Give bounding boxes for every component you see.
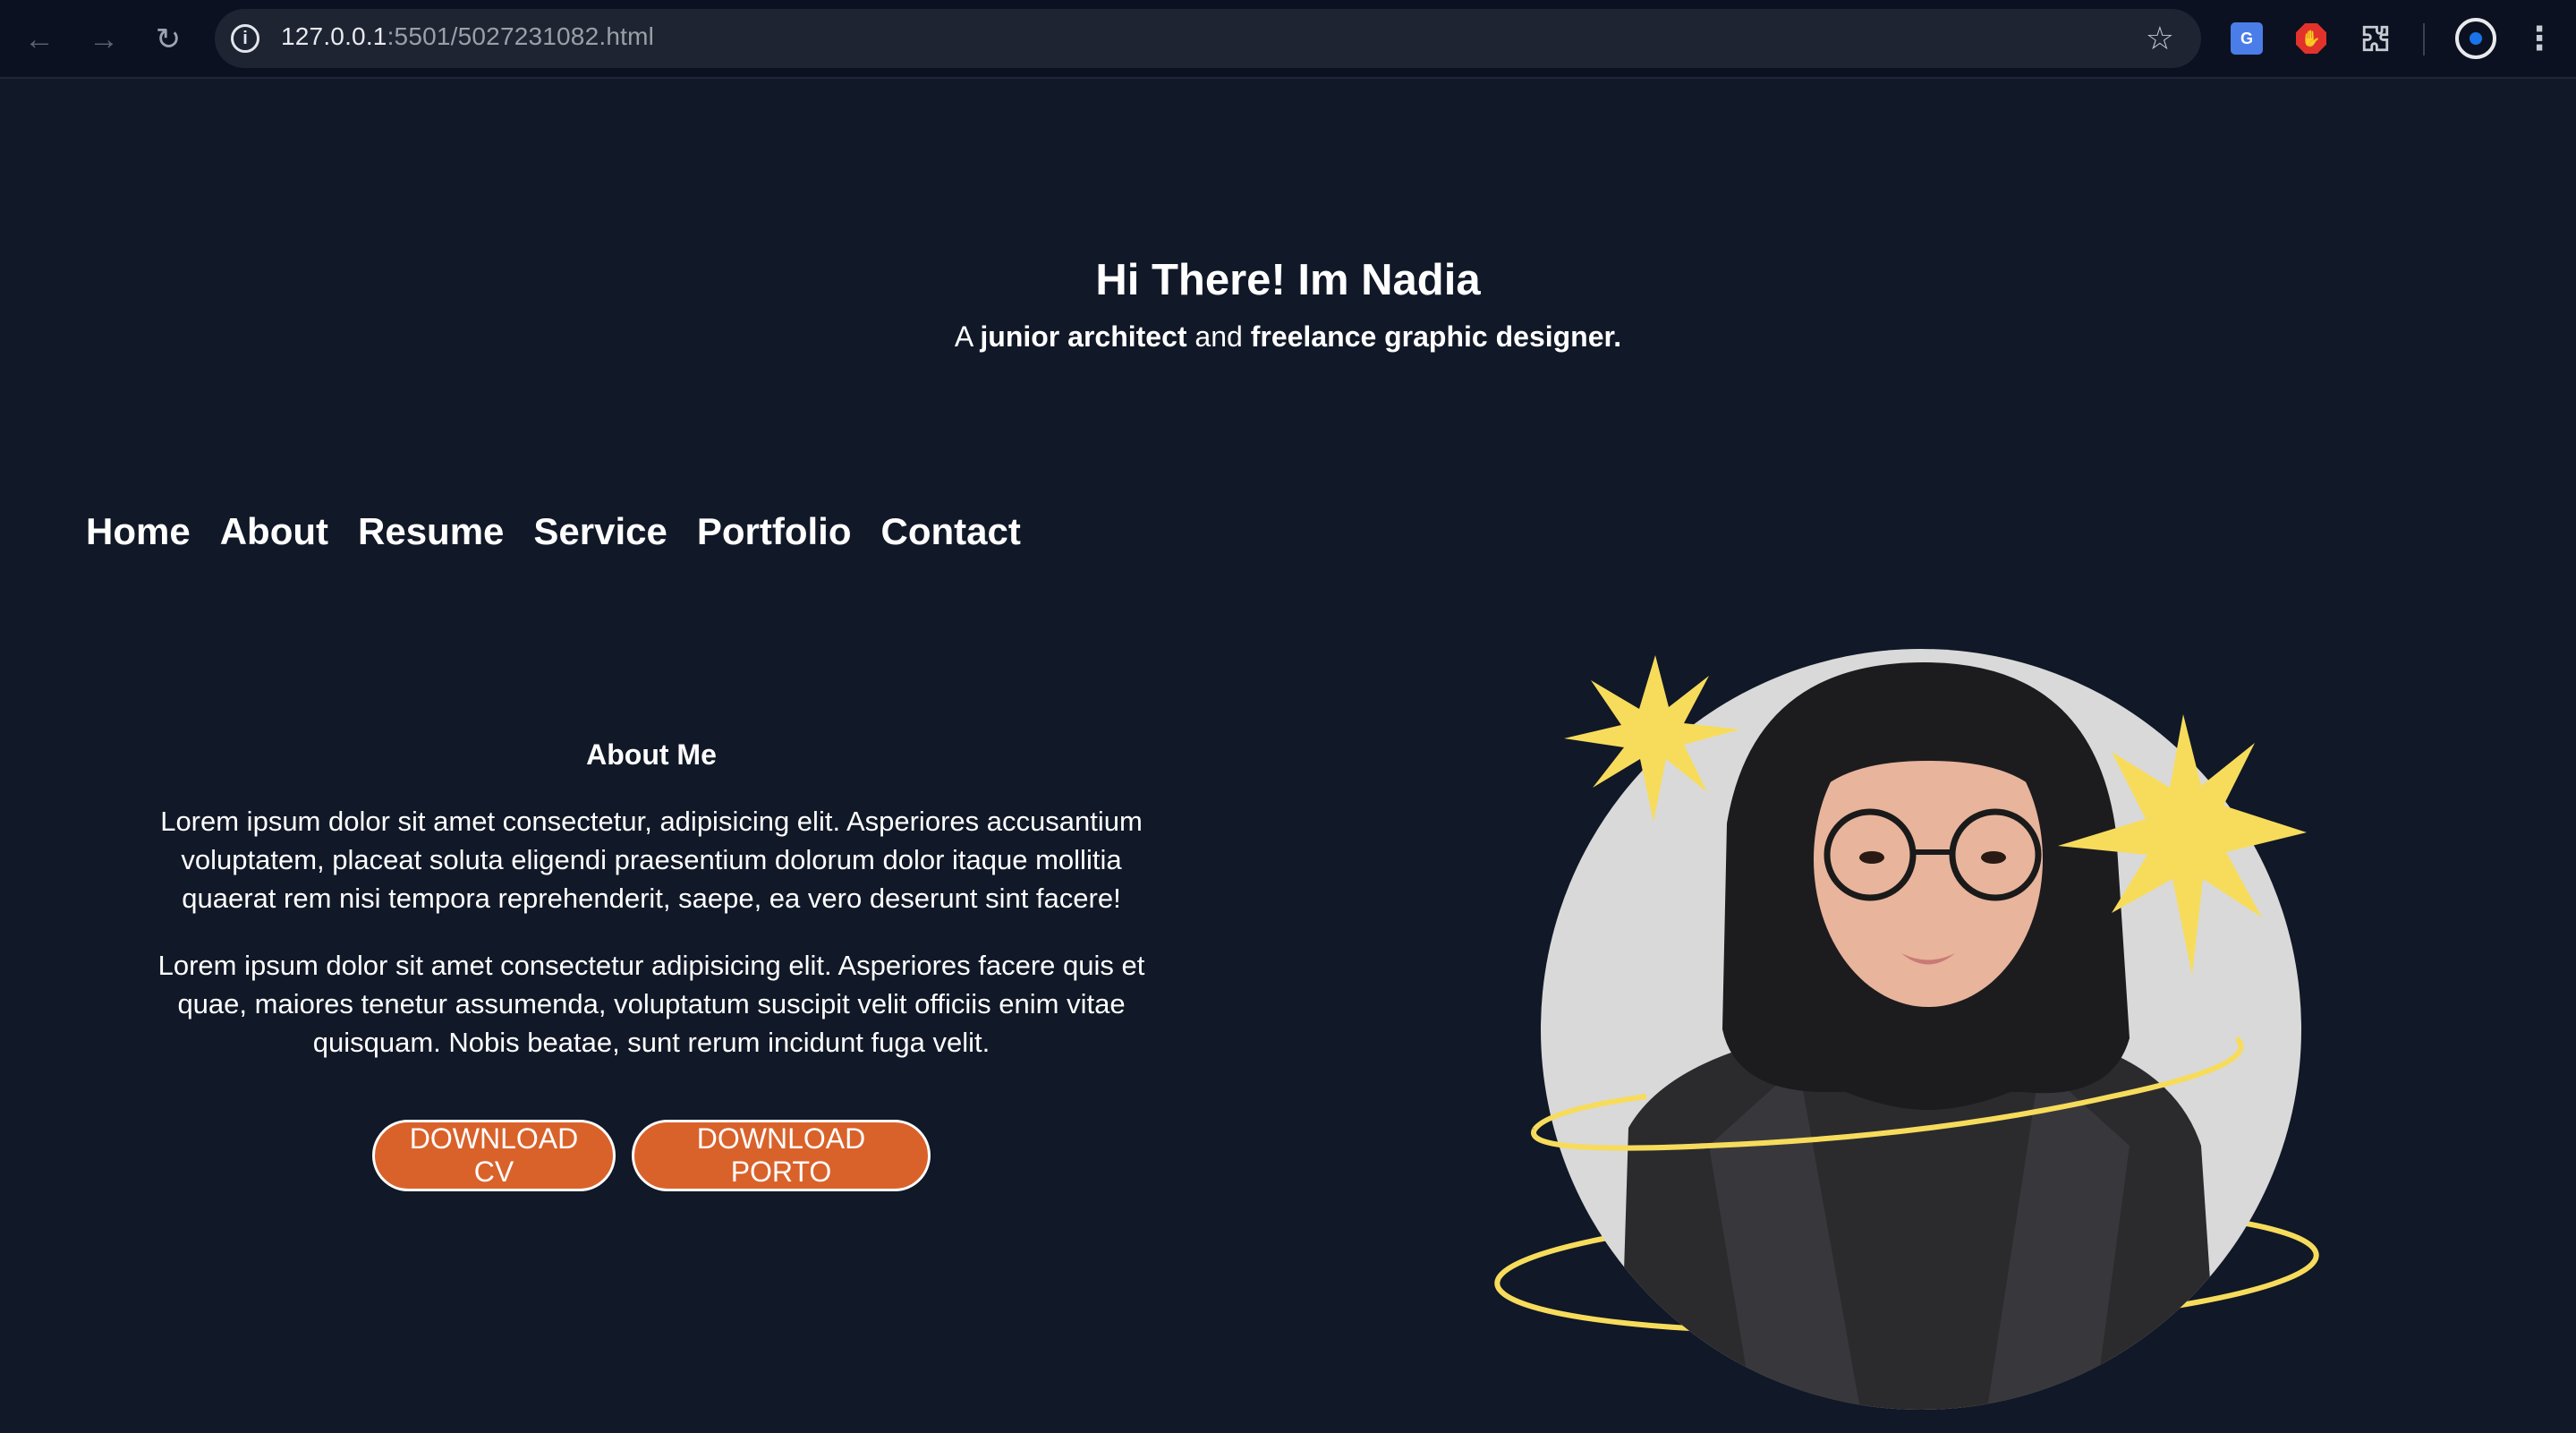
about-paragraph-1: Lorem ipsum dolor sit amet consectetur, … — [160, 806, 1143, 914]
puzzle-shape — [2362, 25, 2389, 52]
address-bar[interactable]: i 127.0.0.1:5501/5027231082.html ☆ — [215, 9, 2201, 68]
url-host: 127.0.0.1 — [281, 22, 387, 50]
download-porto-button[interactable]: DOWNLOAD PORTO — [632, 1120, 931, 1191]
subtitle-role-architect: junior architect — [980, 320, 1187, 353]
translate-badge: G — [2231, 22, 2263, 55]
bookmark-star-icon[interactable]: ☆ — [2146, 20, 2174, 57]
nav-link-about[interactable]: About — [220, 510, 328, 553]
about-paragraph-2: Lorem ipsum dolor sit amet consectetur a… — [157, 950, 1145, 1058]
translate-extension-icon[interactable]: G — [2228, 20, 2266, 57]
site-info-icon[interactable]: i — [231, 24, 259, 53]
download-buttons: DOWNLOAD CV DOWNLOAD PORTO — [372, 1120, 931, 1191]
nav-link-portfolio[interactable]: Portfolio — [697, 510, 852, 553]
extensions-puzzle-icon[interactable] — [2357, 20, 2394, 57]
hero-subtitle: A junior architect and freelance graphic… — [0, 320, 2576, 354]
subtitle-middle: and — [1186, 320, 1251, 353]
about-section: About Me Lorem ipsum dolor sit amet cons… — [134, 738, 1169, 1090]
nav-link-resume[interactable]: Resume — [358, 510, 504, 553]
kebab-menu-icon[interactable]: ⋮ — [2523, 16, 2555, 61]
toolbar-divider — [2423, 23, 2425, 55]
subtitle-role-designer: freelance graphic designer. — [1250, 320, 1622, 353]
browser-toolbar: ← → ↻ i 127.0.0.1:5501/5027231082.html ☆… — [0, 0, 2576, 79]
reload-icon[interactable]: ↻ — [147, 18, 190, 61]
adblock-extension-icon[interactable]: ✋ — [2292, 20, 2330, 57]
hero-title: Hi There! Im Nadia — [1095, 256, 1481, 304]
nav-link-service[interactable]: Service — [533, 510, 667, 553]
back-arrow-icon[interactable]: ← — [18, 18, 61, 61]
download-cv-button[interactable]: DOWNLOAD CV — [372, 1120, 616, 1191]
main-nav: Home About Resume Service Portfolio Cont… — [86, 510, 1021, 553]
adblock-hand-icon: ✋ — [2296, 23, 2326, 54]
about-heading: About Me — [586, 738, 717, 771]
profile-portrait — [1494, 649, 2319, 1410]
nav-link-contact[interactable]: Contact — [881, 510, 1021, 553]
forward-arrow-icon[interactable]: → — [82, 18, 125, 61]
url-text[interactable]: 127.0.0.1:5501/5027231082.html — [281, 22, 654, 51]
subtitle-prefix: A — [954, 320, 981, 353]
profile-avatar-icon[interactable] — [2455, 18, 2496, 59]
url-path: :5501/5027231082.html — [387, 22, 655, 50]
profile-dot — [2470, 32, 2482, 45]
nav-link-home[interactable]: Home — [86, 510, 191, 553]
